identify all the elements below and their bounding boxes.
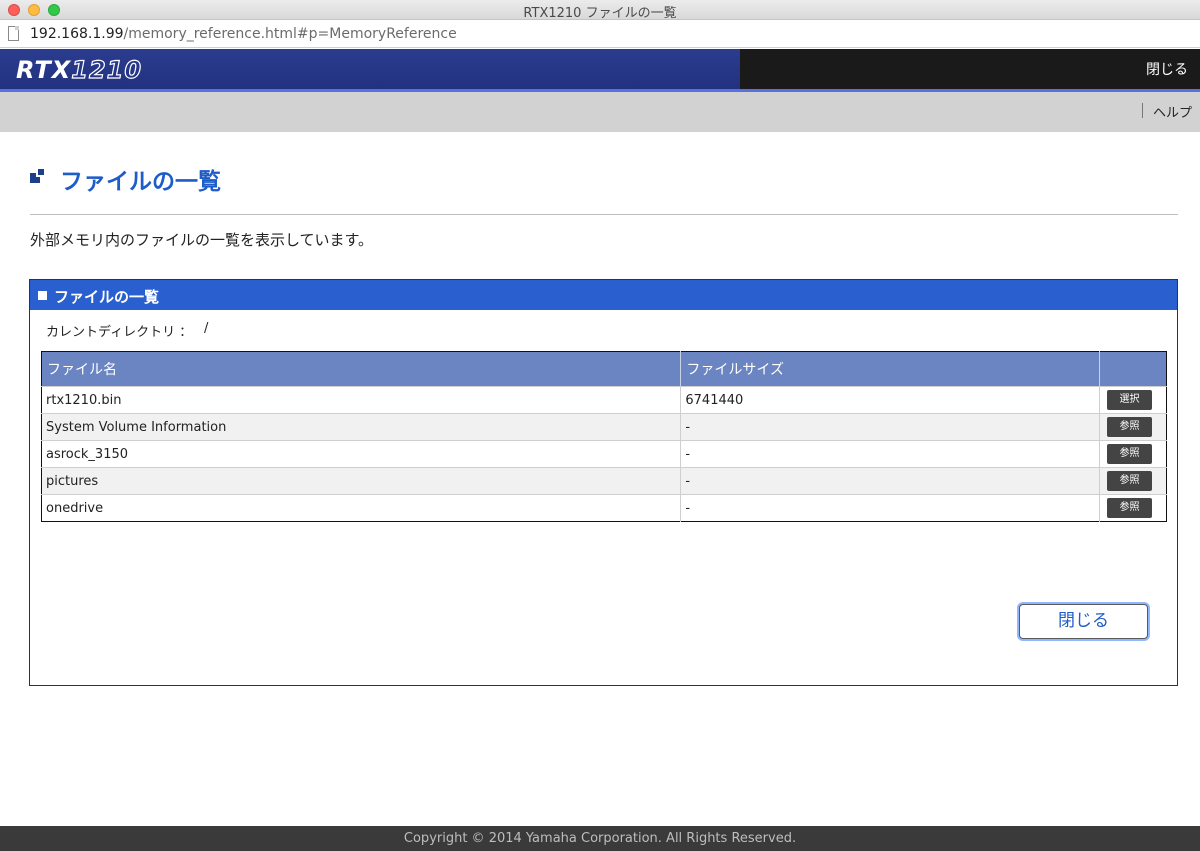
logo: RTX1210: [16, 55, 143, 84]
url-path: /memory_reference.html#p=MemoryReference: [123, 26, 457, 42]
browse-button[interactable]: 参照: [1107, 471, 1152, 491]
browse-button[interactable]: 参照: [1107, 417, 1152, 437]
current-directory-value: /: [204, 321, 209, 336]
select-button[interactable]: 選択: [1107, 390, 1152, 410]
page-title-icon: [30, 167, 46, 183]
file-size-cell: -: [680, 467, 1100, 495]
file-size-cell: -: [680, 494, 1100, 522]
current-directory-label: カレントディレクトリ ：: [46, 325, 193, 340]
file-size-cell: -: [680, 440, 1100, 468]
column-header-filename: ファイル名: [41, 351, 681, 387]
action-cell: 参照: [1099, 494, 1167, 522]
file-name-cell: pictures: [41, 467, 681, 495]
browse-button[interactable]: 参照: [1107, 444, 1152, 464]
app-header: RTX1210 閉じる: [0, 49, 1200, 89]
action-cell: 選択: [1099, 386, 1167, 414]
table-header-row: ファイル名 ファイルサイズ: [41, 351, 1167, 387]
url-text[interactable]: 192.168.1.99/memory_reference.html#p=Mem…: [30, 26, 457, 42]
column-header-filesize: ファイルサイズ: [680, 351, 1100, 387]
file-size-cell: 6741440: [680, 386, 1100, 414]
page-title: ファイルの一覧: [60, 169, 221, 195]
sub-toolbar: ヘルプ: [0, 92, 1200, 132]
document-icon: [8, 26, 19, 41]
action-cell: 参照: [1099, 440, 1167, 468]
file-name-cell: System Volume Information: [41, 413, 681, 441]
help-link[interactable]: ヘルプ: [1153, 102, 1192, 121]
table-row: System Volume Information - 参照: [41, 413, 1167, 441]
action-cell: 参照: [1099, 413, 1167, 441]
heading-divider: [30, 214, 1178, 215]
help-separator: [1142, 103, 1143, 118]
table-row: onedrive - 参照: [41, 494, 1167, 522]
footer-copyright: Copyright © 2014 Yamaha Corporation. All…: [0, 826, 1200, 851]
file-name-cell: rtx1210.bin: [41, 386, 681, 414]
action-cell: 参照: [1099, 467, 1167, 495]
page-description: 外部メモリ内のファイルの一覧を表示しています。: [30, 231, 374, 249]
file-list-panel: ファイルの一覧 カレントディレクトリ ： / ファイル名 ファイルサイズ rtx…: [29, 279, 1178, 686]
logo-prefix: RTX: [16, 56, 72, 84]
table-row: pictures - 参照: [41, 467, 1167, 495]
url-host: 192.168.1.99: [30, 26, 124, 42]
file-name-cell: onedrive: [41, 494, 681, 522]
browse-button[interactable]: 参照: [1107, 498, 1152, 518]
table-row: asrock_3150 - 参照: [41, 440, 1167, 468]
panel-title: ファイルの一覧: [54, 288, 160, 306]
table-row: rtx1210.bin 6741440 選択: [41, 386, 1167, 414]
logo-model: 1210: [71, 55, 143, 84]
window-title: RTX1210 ファイルの一覧: [523, 6, 677, 21]
close-button[interactable]: 閉じる: [1019, 604, 1148, 639]
panel-header-square-icon: [38, 291, 47, 300]
brand-bar: RTX1210: [0, 49, 740, 89]
panel-header: ファイルの一覧: [30, 280, 1177, 310]
column-header-action: [1099, 351, 1167, 387]
file-table: ファイル名 ファイルサイズ rtx1210.bin 6741440 選択 Sys…: [41, 351, 1167, 522]
address-bar[interactable]: 192.168.1.99/memory_reference.html#p=Mem…: [0, 21, 1200, 48]
file-size-cell: -: [680, 413, 1100, 441]
window-titlebar: RTX1210 ファイルの一覧: [0, 0, 1200, 21]
header-close-link[interactable]: 閉じる: [1146, 59, 1188, 79]
file-name-cell: asrock_3150: [41, 440, 681, 468]
